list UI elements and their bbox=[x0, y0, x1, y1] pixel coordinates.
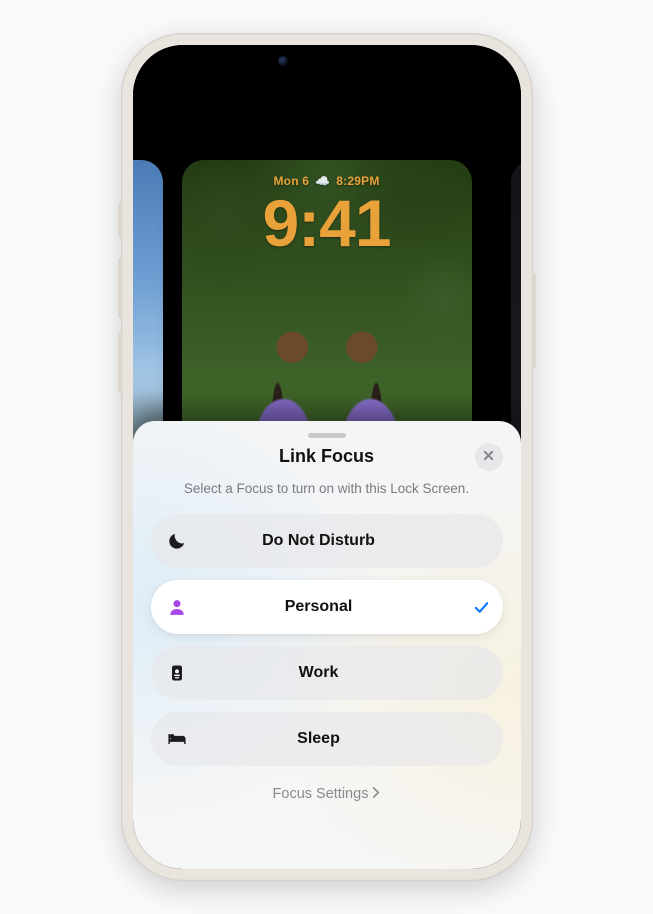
volume-up-button bbox=[118, 258, 122, 318]
lockscreen-clock: Mon 6 ☁️ 8:29PM 9:41 bbox=[182, 174, 472, 256]
focus-option-personal[interactable]: Personal bbox=[151, 580, 503, 634]
sheet-grabber[interactable] bbox=[308, 433, 346, 438]
power-button bbox=[532, 273, 536, 368]
focus-options-list: Do Not Disturb Personal Wo bbox=[151, 514, 503, 766]
focus-settings-link[interactable]: Focus Settings bbox=[151, 786, 503, 802]
focus-option-label: Sleep bbox=[177, 730, 461, 748]
volume-down-button bbox=[118, 333, 122, 393]
lockscreen-time-large: 9:41 bbox=[182, 190, 472, 256]
screen: Mon 6 ☁️ 8:29PM 9:41 Link Focus Select a bbox=[133, 45, 521, 869]
front-camera bbox=[278, 56, 288, 66]
phone-frame: Mon 6 ☁️ 8:29PM 9:41 Link Focus Select a bbox=[121, 33, 533, 881]
focus-option-sleep[interactable]: Sleep bbox=[151, 712, 503, 766]
notch bbox=[252, 45, 402, 77]
focus-option-label: Personal bbox=[177, 598, 461, 616]
link-focus-sheet: Link Focus Select a Focus to turn on wit… bbox=[133, 421, 521, 869]
sheet-subtitle: Select a Focus to turn on with this Lock… bbox=[159, 481, 495, 496]
focus-settings-label: Focus Settings bbox=[273, 786, 369, 802]
close-button[interactable] bbox=[475, 443, 503, 471]
checkmark-icon bbox=[461, 599, 503, 616]
close-icon bbox=[483, 448, 494, 466]
sheet-title: Link Focus bbox=[151, 446, 503, 467]
focus-option-label: Work bbox=[177, 664, 461, 682]
focus-option-label: Do Not Disturb bbox=[177, 532, 461, 550]
chevron-right-icon bbox=[372, 786, 380, 802]
mute-switch bbox=[118, 203, 122, 237]
focus-option-dnd[interactable]: Do Not Disturb bbox=[151, 514, 503, 568]
focus-option-work[interactable]: Work bbox=[151, 646, 503, 700]
